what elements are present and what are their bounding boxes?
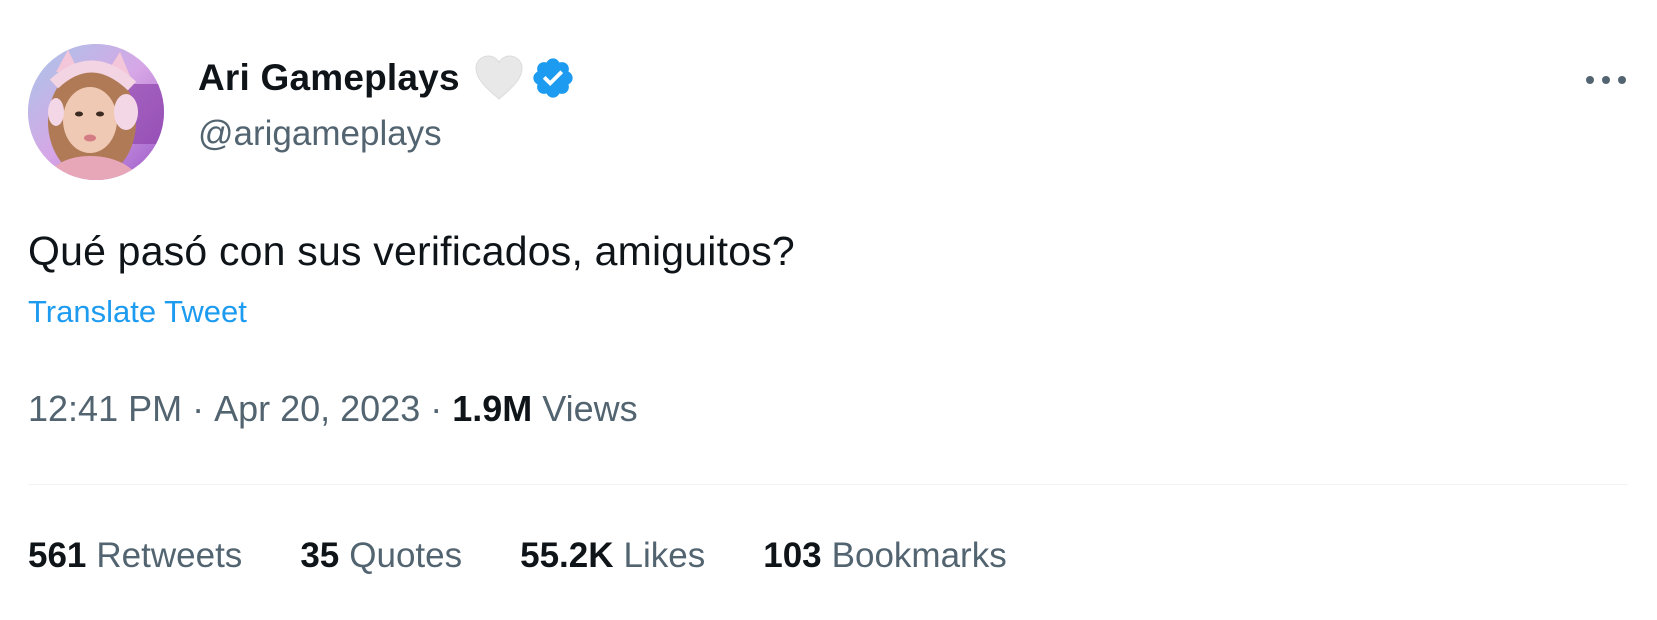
white-heart-icon	[474, 55, 524, 101]
bookmarks-count: 103	[763, 536, 822, 575]
bookmarks-stat[interactable]: 103 Bookmarks	[763, 536, 1006, 576]
tweet-card: Ari Gameplays @arigameplays Qué pasó con…	[0, 0, 1657, 620]
retweets-stat[interactable]: 561 Retweets	[28, 536, 242, 576]
tweet-meta: 12:41 PM · Apr 20, 2023 · 1.9M Views	[28, 388, 638, 430]
tweet-time[interactable]: 12:41 PM	[28, 388, 182, 430]
views-label[interactable]: Views	[542, 388, 637, 430]
meta-separator: ·	[192, 388, 205, 429]
likes-label: Likes	[623, 536, 706, 575]
likes-count: 55.2K	[520, 536, 614, 575]
quotes-stat[interactable]: 35 Quotes	[300, 536, 462, 576]
quotes-count: 35	[300, 536, 340, 575]
views-count[interactable]: 1.9M	[452, 388, 532, 430]
avatar[interactable]	[28, 44, 164, 180]
translate-tweet-link[interactable]: Translate Tweet	[28, 294, 247, 330]
divider	[28, 484, 1628, 485]
quotes-label: Quotes	[349, 536, 463, 575]
tweet-text: Qué pasó con sus verificados, amiguitos?	[28, 228, 795, 274]
engagement-stats: 561 Retweets 35 Quotes 55.2K Likes 103 B…	[28, 536, 1007, 576]
author-display-name[interactable]: Ari Gameplays	[198, 57, 460, 99]
retweets-count: 561	[28, 536, 87, 575]
verified-badge-icon[interactable]	[530, 55, 576, 101]
author-name-row: Ari Gameplays	[198, 54, 576, 102]
retweets-label: Retweets	[96, 536, 243, 575]
avatar-image	[28, 44, 164, 180]
author-handle[interactable]: @arigameplays	[198, 114, 442, 154]
meta-separator: ·	[430, 388, 443, 429]
tweet-date[interactable]: Apr 20, 2023	[214, 388, 420, 430]
likes-stat[interactable]: 55.2K Likes	[520, 536, 705, 576]
more-options-button[interactable]	[1578, 60, 1634, 100]
more-options-icon	[1586, 76, 1626, 84]
bookmarks-label: Bookmarks	[831, 536, 1007, 575]
